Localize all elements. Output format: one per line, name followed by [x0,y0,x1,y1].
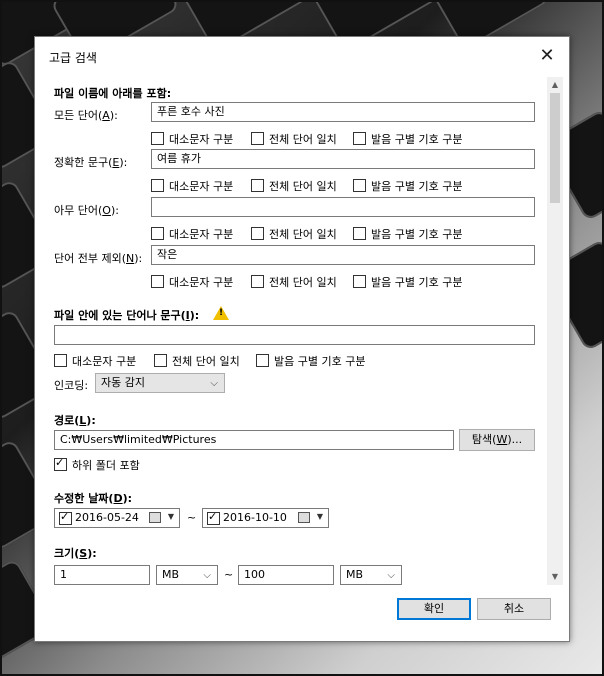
calendar-icon[interactable] [149,512,161,523]
size-section-heading: 크기(S): [54,547,97,560]
checkbox-label: 대소문자 구분 [169,133,234,146]
size-min-input[interactable]: 1 [54,565,150,585]
exclude-case-checkbox[interactable]: 대소문자 구분 [151,274,234,289]
exclude-words-input[interactable]: 작은 [151,245,535,265]
size-max-input[interactable]: 100 [238,565,334,585]
vertical-scrollbar[interactable]: ▲ ▼ [547,77,563,585]
include-subfolders-checkbox[interactable]: 하위 폴더 포함 [54,456,140,472]
exact-phrase-input[interactable]: 여름 휴가 [151,149,535,169]
ok-button[interactable]: 확인 [397,598,471,620]
all-words-case-checkbox[interactable]: 대소문자 구분 [151,131,234,146]
all-words-label: 모든 단어(A): [54,109,118,122]
size-min-unit-select[interactable]: MB ⌵ [156,565,218,585]
checkbox-label: 하위 폴더 포함 [72,459,140,472]
content-phrase-input[interactable] [54,325,535,345]
checkbox-label: 대소문자 구분 [169,228,234,241]
close-icon[interactable]: ✕ [533,43,561,69]
checkbox-label: 대소문자 구분 [169,276,234,289]
chevron-down-icon: ⌵ [203,570,211,581]
any-diacritic-checkbox[interactable]: 발음 구별 기호 구분 [353,226,463,241]
content-case-checkbox[interactable]: 대소문자 구분 [54,353,137,368]
exclude-whole-checkbox[interactable]: 전체 단어 일치 [251,274,337,289]
dialog-content: 파일 이름에 아래를 포함: 모든 단어(A): 푸른 호수 사진 대소문자 구… [35,77,563,585]
path-section-heading: 경로(L): [54,414,96,427]
cancel-button[interactable]: 취소 [477,598,551,620]
date-to-picker[interactable]: 2016-10-10 ▼ [202,508,329,528]
chevron-down-icon: ⌵ [210,378,218,389]
encoding-select[interactable]: 자동 감지 ⌵ [95,373,225,393]
date-range-separator: ~ [187,511,197,524]
scroll-up-icon[interactable]: ▲ [547,77,563,93]
exact-case-checkbox[interactable]: 대소문자 구분 [151,178,234,193]
all-words-input[interactable]: 푸른 호수 사진 [151,102,535,122]
checkbox-label: 발음 구별 기호 구분 [274,355,366,368]
exact-diacritic-checkbox[interactable]: 발음 구별 기호 구분 [353,178,463,193]
exact-whole-checkbox[interactable]: 전체 단어 일치 [251,178,337,193]
content-diacritic-checkbox[interactable]: 발음 구별 기호 구분 [256,353,366,368]
date-to-value: 2016-10-10 [223,511,287,524]
date-from-value: 2016-05-24 [75,511,139,524]
date-section-heading: 수정한 날짜(D): [54,492,133,505]
checkbox-label: 전체 단어 일치 [269,133,337,146]
any-words-label: 아무 단어(O): [54,204,119,217]
size-max-unit-select[interactable]: MB ⌵ [340,565,402,585]
name-section-heading: 파일 이름에 아래를 포함: [54,87,172,100]
path-input[interactable]: C:₩Users₩limited₩Pictures [54,430,454,450]
advanced-search-dialog: 고급 검색 ✕ 파일 이름에 아래를 포함: 모든 단어(A): 푸른 호수 사… [34,36,570,642]
dialog-title: 고급 검색 [49,51,97,65]
warning-icon: ! [213,306,229,320]
scrollbar-thumb[interactable] [550,93,560,203]
encoding-value: 자동 감지 [101,376,145,389]
browse-button[interactable]: 탐색(W)... [459,429,535,451]
checkbox-label: 발음 구별 기호 구분 [371,228,463,241]
any-whole-checkbox[interactable]: 전체 단어 일치 [251,226,337,241]
content-section-heading: 파일 안에 있는 단어나 문구(I): [54,309,200,322]
chevron-down-icon[interactable]: ▼ [168,512,174,521]
size-range-separator: ~ [224,568,234,581]
size-min-unit-value: MB [162,568,180,581]
exclude-diacritic-checkbox[interactable]: 발음 구별 기호 구분 [353,274,463,289]
exact-phrase-label: 정확한 문구(E): [54,156,128,169]
scroll-down-icon[interactable]: ▼ [547,569,563,585]
exclude-words-label: 단어 전부 제외(N): [54,252,143,265]
checkbox-label: 전체 단어 일치 [269,180,337,193]
checkbox-label: 전체 단어 일치 [269,228,337,241]
date-from-picker[interactable]: 2016-05-24 ▼ [54,508,180,528]
checkbox-label: 발음 구별 기호 구분 [371,276,463,289]
checkbox-label: 대소문자 구분 [169,180,234,193]
date-from-checkbox[interactable] [59,510,72,525]
chevron-down-icon[interactable]: ▼ [317,512,323,521]
checkbox-label: 발음 구별 기호 구분 [371,133,463,146]
checkbox-label: 전체 단어 일치 [172,355,240,368]
calendar-icon[interactable] [298,512,310,523]
all-words-diacritic-checkbox[interactable]: 발음 구별 기호 구분 [353,131,463,146]
size-max-unit-value: MB [346,568,364,581]
title-bar: 고급 검색 ✕ [35,37,569,77]
all-words-whole-checkbox[interactable]: 전체 단어 일치 [251,131,337,146]
encoding-label: 인코딩: [54,379,89,392]
checkbox-label: 대소문자 구분 [72,355,137,368]
checkbox-label: 발음 구별 기호 구분 [371,180,463,193]
chevron-down-icon: ⌵ [387,570,395,581]
content-whole-checkbox[interactable]: 전체 단어 일치 [154,353,240,368]
date-to-checkbox[interactable] [207,510,220,525]
any-words-input[interactable] [151,197,535,217]
any-case-checkbox[interactable]: 대소문자 구분 [151,226,234,241]
checkbox-label: 전체 단어 일치 [269,276,337,289]
